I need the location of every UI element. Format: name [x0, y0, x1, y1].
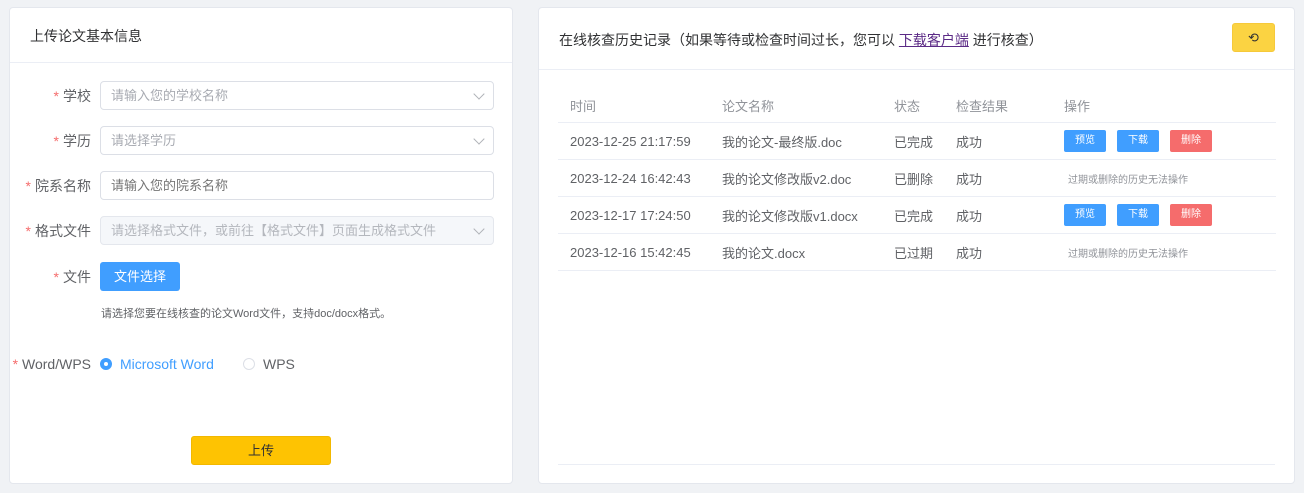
download-client-link[interactable]: 下载客户端: [899, 32, 969, 48]
degree-placeholder: 请选择学历: [111, 133, 177, 148]
history-panel: 在线核查历史记录（如果等待或检查时间过长，您可以 下载客户端 进行核查） ⟲ 时…: [538, 7, 1295, 484]
refresh-icon: ⟲: [1248, 29, 1259, 45]
row-status: 已完成: [894, 208, 934, 224]
row-name: 我的论文-最终版.doc: [722, 134, 842, 150]
table-row: 2023-12-17 17:24:50 我的论文修改版v1.docx 已完成 成功 预览…: [558, 197, 1276, 234]
file-row: * 文件 文件选择: [10, 262, 514, 292]
format-file-row: * 格式文件 请选择格式文件，或前往【格式文件】页面生成格式文件: [10, 216, 514, 246]
row-result: 成功: [956, 208, 983, 224]
radio-unchecked-icon: [243, 358, 255, 370]
format-file-label: * 格式文件: [25, 223, 91, 239]
department-input[interactable]: [100, 171, 494, 200]
download-button[interactable]: 下载: [1117, 204, 1159, 226]
row-name: 我的论文修改版v1.docx: [722, 208, 858, 224]
row-time: 2023-12-16 15:42:45: [570, 244, 691, 260]
row-status: 已过期: [894, 245, 934, 261]
degree-label: * 学历: [53, 133, 91, 149]
col-name: 论文名称: [722, 98, 775, 114]
file-select-button[interactable]: 文件选择: [100, 262, 180, 291]
upload-form-panel: 上传论文基本信息 *学校 请输入您的学校名称 *学历 请选择学历 *院系名称 *…: [9, 7, 513, 484]
table-row: 2023-12-24 16:42:43 我的论文修改版v2.doc 已删除 成功 过期或…: [558, 160, 1276, 197]
delete-button[interactable]: 删除: [1170, 130, 1212, 152]
radio-wps[interactable]: WPS: [243, 356, 295, 372]
word-wps-row: * Word/WPS Microsoft Word WPS: [10, 349, 514, 379]
history-title: 在线核查历史记录（如果等待或检查时间过长，您可以 下载客户端 进行核查）: [559, 32, 1043, 48]
row-ops: 预览 下载 删除: [1064, 197, 1223, 233]
school-label: * 学校: [53, 88, 91, 104]
row-time: 2023-12-17 17:24:50: [570, 207, 691, 223]
upload-form-header: 上传论文基本信息: [10, 8, 512, 63]
radio-microsoft-word[interactable]: Microsoft Word: [100, 356, 214, 372]
row-result: 成功: [956, 171, 983, 187]
upload-form-title: 上传论文基本信息: [30, 28, 142, 44]
format-file-select[interactable]: 请选择格式文件，或前往【格式文件】页面生成格式文件: [100, 216, 494, 245]
row-result: 成功: [956, 245, 983, 261]
file-label: * 文件: [53, 269, 91, 285]
row-result: 成功: [956, 134, 983, 150]
row-ops: 过期或删除的历史无法操作: [1064, 234, 1188, 270]
school-placeholder: 请输入您的学校名称: [111, 88, 229, 103]
school-row: * 学校 请输入您的学校名称: [10, 81, 514, 111]
school-select[interactable]: 请输入您的学校名称: [100, 81, 494, 110]
table-header: 时间 论文名称 状态 检查结果 操作: [558, 88, 1276, 123]
chevron-down-icon: [473, 133, 485, 145]
word-wps-label: * Word/WPS: [12, 356, 91, 372]
department-label: * 院系名称: [25, 178, 91, 194]
chevron-down-icon: [473, 88, 485, 100]
history-header: 在线核查历史记录（如果等待或检查时间过长，您可以 下载客户端 进行核查） ⟲: [539, 8, 1294, 70]
row-status: 已删除: [894, 171, 934, 187]
row-ops-note: 过期或删除的历史无法操作: [1068, 248, 1188, 260]
table-row: 2023-12-16 15:42:45 我的论文.docx 已过期 成功 过期或删除的历…: [558, 234, 1276, 271]
table-row: 2023-12-25 21:17:59 我的论文-最终版.doc 已完成 成功 预览 下载…: [558, 123, 1276, 160]
file-hint: 请选择您要在线核查的论文Word文件，支持doc/docx格式。: [101, 308, 392, 320]
history-table: 时间 论文名称 状态 检查结果 操作 2023-12-25 21:17:59 我的…: [558, 88, 1276, 271]
col-result: 检查结果: [956, 98, 1009, 114]
delete-button[interactable]: 删除: [1170, 204, 1212, 226]
upload-button[interactable]: 上传: [191, 436, 331, 465]
row-time: 2023-12-25 21:17:59: [570, 133, 691, 149]
preview-button[interactable]: 预览: [1064, 204, 1106, 226]
preview-button[interactable]: 预览: [1064, 130, 1106, 152]
row-name: 我的论文.docx: [722, 245, 806, 261]
chevron-down-icon: [473, 223, 485, 235]
degree-row: * 学历 请选择学历: [10, 126, 514, 156]
row-name: 我的论文修改版v2.doc: [722, 171, 852, 187]
degree-select[interactable]: 请选择学历: [100, 126, 494, 155]
col-status: 状态: [894, 98, 921, 114]
table-bottom-divider: [558, 464, 1275, 465]
row-ops: 过期或删除的历史无法操作: [1064, 160, 1188, 196]
row-ops-note: 过期或删除的历史无法操作: [1068, 174, 1188, 186]
format-file-placeholder: 请选择格式文件，或前往【格式文件】页面生成格式文件: [111, 223, 437, 238]
row-time: 2023-12-24 16:42:43: [570, 170, 691, 186]
col-ops: 操作: [1064, 98, 1091, 114]
radio-checked-icon: [100, 358, 112, 370]
row-status: 已完成: [894, 134, 934, 150]
download-button[interactable]: 下载: [1117, 130, 1159, 152]
department-row: * 院系名称: [10, 171, 514, 201]
row-ops: 预览 下载 删除: [1064, 123, 1223, 159]
refresh-button[interactable]: ⟲: [1232, 23, 1275, 52]
col-time: 时间: [570, 98, 597, 114]
